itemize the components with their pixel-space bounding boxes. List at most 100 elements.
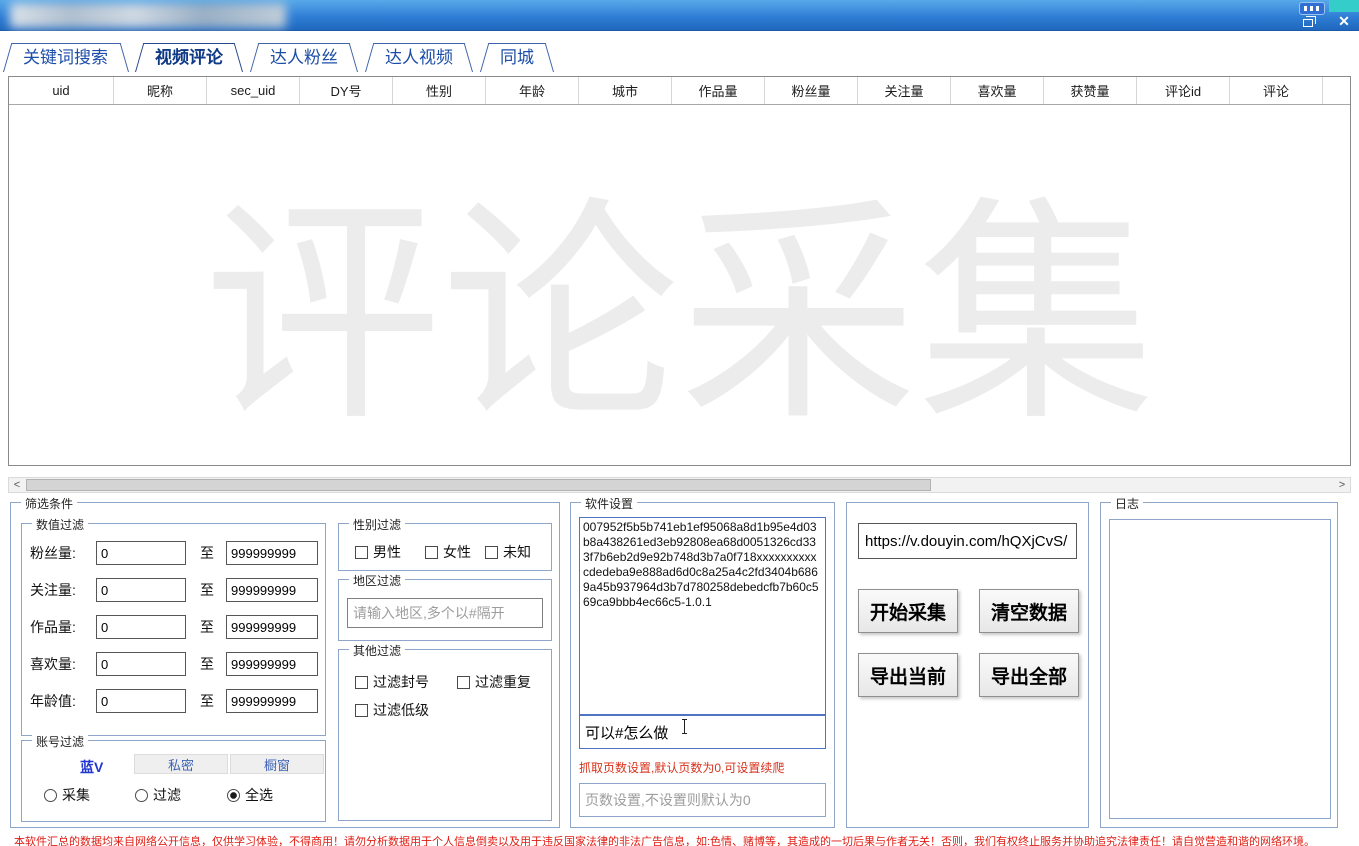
disclaimer-text: 本软件汇总的数据均来自网络公开信息，仅供学习体验，不得商用！请勿分析数据用于个人…	[14, 833, 1354, 846]
checkbox-female[interactable]: 女性	[425, 542, 471, 562]
likes-min-input[interactable]	[96, 652, 186, 676]
radio-collect-input[interactable]	[44, 789, 57, 802]
tab-influencer-videos[interactable]: 达人视频	[365, 43, 473, 72]
radio-collect[interactable]: 采集	[44, 785, 90, 805]
background-window-fragment	[1329, 0, 1359, 12]
column-header-gender[interactable]: 性别	[393, 77, 486, 104]
other-filter-group: 其他过滤 过滤封号 过滤重复 过滤低级	[338, 649, 552, 821]
column-header-comment[interactable]: 评论	[1230, 77, 1323, 104]
checkbox-filter-duplicate-input[interactable]	[457, 676, 470, 689]
license-key-box[interactable]: 007952f5b5b741eb1ef95068a8d1b95e4d03b8a4…	[579, 517, 826, 715]
tab-bar: 关键词搜索 视频评论 达人粉丝 达人视频 同城	[0, 31, 1359, 72]
checkbox-male-label: 男性	[373, 542, 401, 562]
works-min-input[interactable]	[96, 615, 186, 639]
table-body: 评论采集	[9, 105, 1350, 465]
gender-filter-title: 性别过滤	[349, 516, 405, 533]
showcase-header-cell[interactable]: 橱窗	[230, 754, 324, 774]
region-input[interactable]	[347, 598, 543, 628]
column-header-age[interactable]: 年龄	[486, 77, 579, 104]
checkbox-female-input[interactable]	[425, 546, 438, 559]
scrollbar-thumb[interactable]	[26, 479, 931, 491]
tab-label: 关键词搜索	[23, 48, 108, 67]
works-max-input[interactable]	[226, 615, 318, 639]
works-count-label: 作品量:	[30, 617, 94, 637]
horizontal-scrollbar[interactable]: < >	[8, 477, 1351, 493]
likes-max-input[interactable]	[226, 652, 318, 676]
start-collect-button[interactable]: 开始采集	[858, 589, 958, 633]
column-header-following[interactable]: 关注量	[858, 77, 951, 104]
clear-data-button[interactable]: 清空数据	[979, 589, 1079, 633]
checkbox-filter-lowgrade[interactable]: 过滤低级	[355, 700, 429, 720]
checkbox-filter-banned[interactable]: 过滤封号	[355, 672, 429, 692]
checkbox-unknown-label: 未知	[503, 542, 531, 562]
region-filter-group: 地区过滤	[338, 579, 552, 641]
window-controls: ✕	[1299, 13, 1353, 29]
tab-label: 达人粉丝	[270, 48, 338, 67]
checkbox-male[interactable]: 男性	[355, 542, 401, 562]
following-min-input[interactable]	[96, 578, 186, 602]
tab-video-comments[interactable]: 视频评论	[135, 43, 243, 72]
tab-label: 达人视频	[385, 48, 453, 67]
fans-max-input[interactable]	[226, 541, 318, 565]
radio-filter[interactable]: 过滤	[135, 785, 181, 805]
checkbox-filter-lowgrade-label: 过滤低级	[373, 700, 429, 720]
column-header-works[interactable]: 作品量	[672, 77, 765, 104]
pages-input[interactable]	[579, 783, 826, 817]
checkbox-male-input[interactable]	[355, 546, 368, 559]
tab-same-city[interactable]: 同城	[480, 43, 554, 72]
to-label: 至	[200, 691, 214, 711]
column-header-nickname[interactable]: 昵称	[114, 77, 207, 104]
checkbox-filter-banned-label: 过滤封号	[373, 672, 429, 692]
column-header-uid[interactable]: uid	[9, 77, 114, 104]
keyword-input[interactable]	[579, 715, 826, 749]
following-max-input[interactable]	[226, 578, 318, 602]
age-value-label: 年龄值:	[30, 691, 94, 711]
column-header-dy-id[interactable]: DY号	[300, 77, 393, 104]
radio-select-all[interactable]: 全选	[227, 785, 273, 805]
tab-keyword-search[interactable]: 关键词搜索	[3, 43, 128, 72]
likes-count-label: 喜欢量:	[30, 654, 94, 674]
checkbox-filter-duplicate-label: 过滤重复	[475, 672, 531, 692]
results-table: uid 昵称 sec_uid DY号 性别 年龄 城市 作品量 粉丝量 关注量 …	[8, 76, 1351, 466]
maximize-button[interactable]	[1299, 13, 1317, 29]
radio-select-all-input[interactable]	[227, 789, 240, 802]
radio-filter-label: 过滤	[153, 785, 181, 805]
account-mode-radio-row: 采集 过滤 全选	[22, 785, 325, 805]
export-current-button[interactable]: 导出当前	[858, 653, 958, 697]
tab-influencer-fans[interactable]: 达人粉丝	[250, 43, 358, 72]
scroll-right-arrow-icon[interactable]: >	[1334, 478, 1350, 492]
region-filter-title: 地区过滤	[349, 572, 405, 589]
checkbox-filter-lowgrade-input[interactable]	[355, 704, 368, 717]
column-header-comment-extra[interactable]: 评论	[1323, 77, 1350, 104]
share-url-input[interactable]	[858, 523, 1077, 559]
column-header-likes[interactable]: 喜欢量	[951, 77, 1044, 104]
age-min-input[interactable]	[96, 689, 186, 713]
close-icon: ✕	[1338, 14, 1350, 28]
column-header-fans[interactable]: 粉丝量	[765, 77, 858, 104]
filter-panel: 筛选条件 数值过滤 粉丝量: 至 关注量: 至 作品量: 至	[10, 502, 560, 828]
radio-filter-input[interactable]	[135, 789, 148, 802]
close-button[interactable]: ✕	[1335, 13, 1353, 29]
log-panel: 日志	[1100, 502, 1338, 828]
radio-select-all-label: 全选	[245, 785, 273, 805]
filter-panel-title: 筛选条件	[21, 495, 77, 512]
column-header-city[interactable]: 城市	[579, 77, 672, 104]
age-max-input[interactable]	[226, 689, 318, 713]
fans-min-input[interactable]	[96, 541, 186, 565]
to-label: 至	[200, 654, 214, 674]
scroll-left-arrow-icon[interactable]: <	[9, 478, 25, 492]
column-header-secuid[interactable]: sec_uid	[207, 77, 300, 104]
log-listbox[interactable]	[1109, 519, 1331, 819]
checkbox-unknown[interactable]: 未知	[485, 542, 531, 562]
blue-v-label: 蓝V	[80, 757, 103, 777]
checkbox-unknown-input[interactable]	[485, 546, 498, 559]
column-header-praised[interactable]: 获赞量	[1044, 77, 1137, 104]
to-label: 至	[200, 580, 214, 600]
software-settings-panel: 软件设置 007952f5b5b741eb1ef95068a8d1b95e4d0…	[570, 502, 835, 828]
checkbox-filter-duplicate[interactable]: 过滤重复	[457, 672, 531, 692]
export-all-button[interactable]: 导出全部	[979, 653, 1079, 697]
private-header-cell[interactable]: 私密	[134, 754, 228, 774]
checkbox-filter-banned-input[interactable]	[355, 676, 368, 689]
column-header-comment-id[interactable]: 评论id	[1137, 77, 1230, 104]
numeric-filter-group: 数值过滤 粉丝量: 至 关注量: 至 作品量: 至 喜欢量:	[21, 523, 326, 736]
